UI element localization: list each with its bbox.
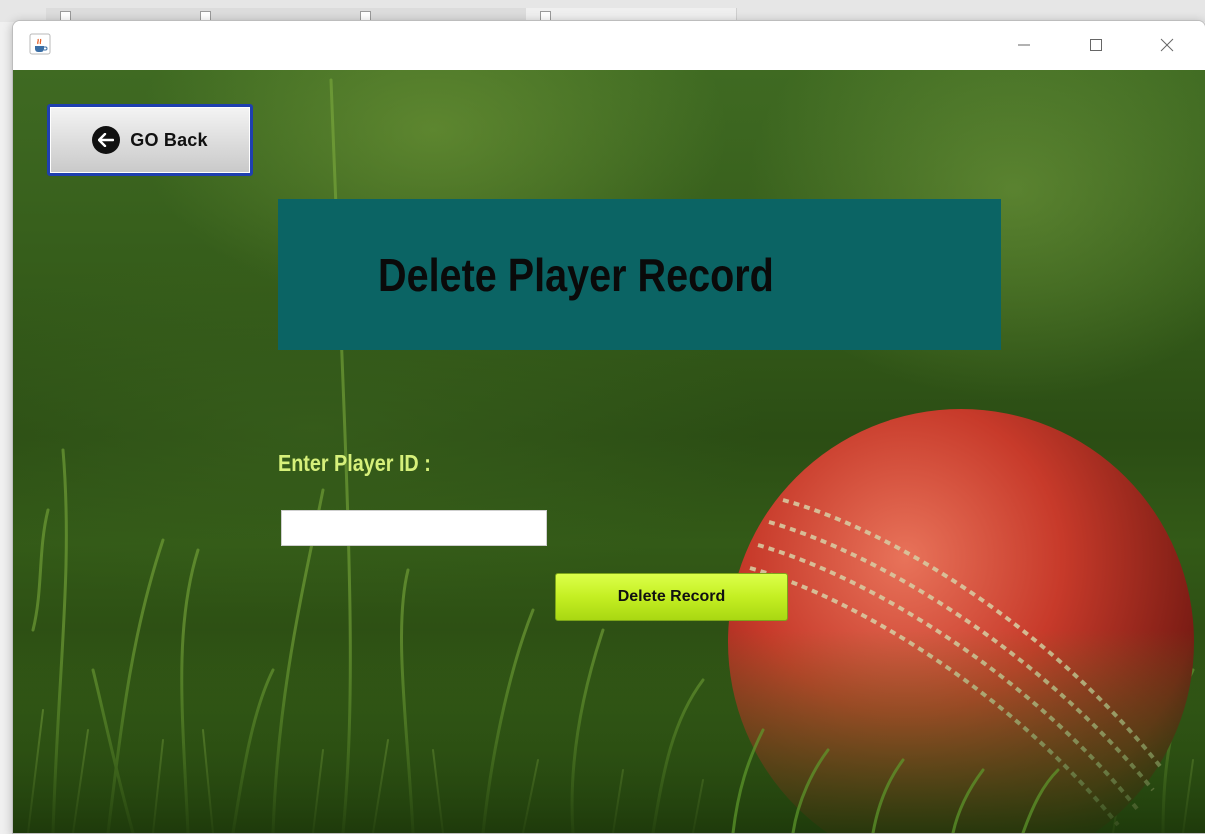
background-tab-strip [0,0,1205,24]
maximize-icon [1090,39,1102,51]
close-icon [1160,38,1174,52]
title-bar [13,21,1205,70]
go-back-button[interactable]: GO Back [47,104,253,176]
arrow-left-circle-icon [92,126,121,154]
background-image [13,78,1205,833]
go-back-label: GO Back [130,129,208,150]
page-title: Delete Player Record [378,248,774,301]
title-banner: Delete Player Record [278,199,1001,350]
player-id-label: Enter Player ID : [278,450,431,476]
maximize-button[interactable] [1073,31,1119,59]
minimize-icon [1018,44,1030,46]
java-coffee-icon [29,33,51,55]
app-window: GO Back Delete Player Record Enter Playe… [12,20,1205,834]
player-id-input[interactable] [281,510,547,546]
form-panel: GO Back Delete Player Record Enter Playe… [13,70,1205,833]
delete-record-button[interactable]: Delete Record [555,573,788,621]
minimize-button[interactable] [1001,31,1047,59]
close-button[interactable] [1144,31,1190,59]
